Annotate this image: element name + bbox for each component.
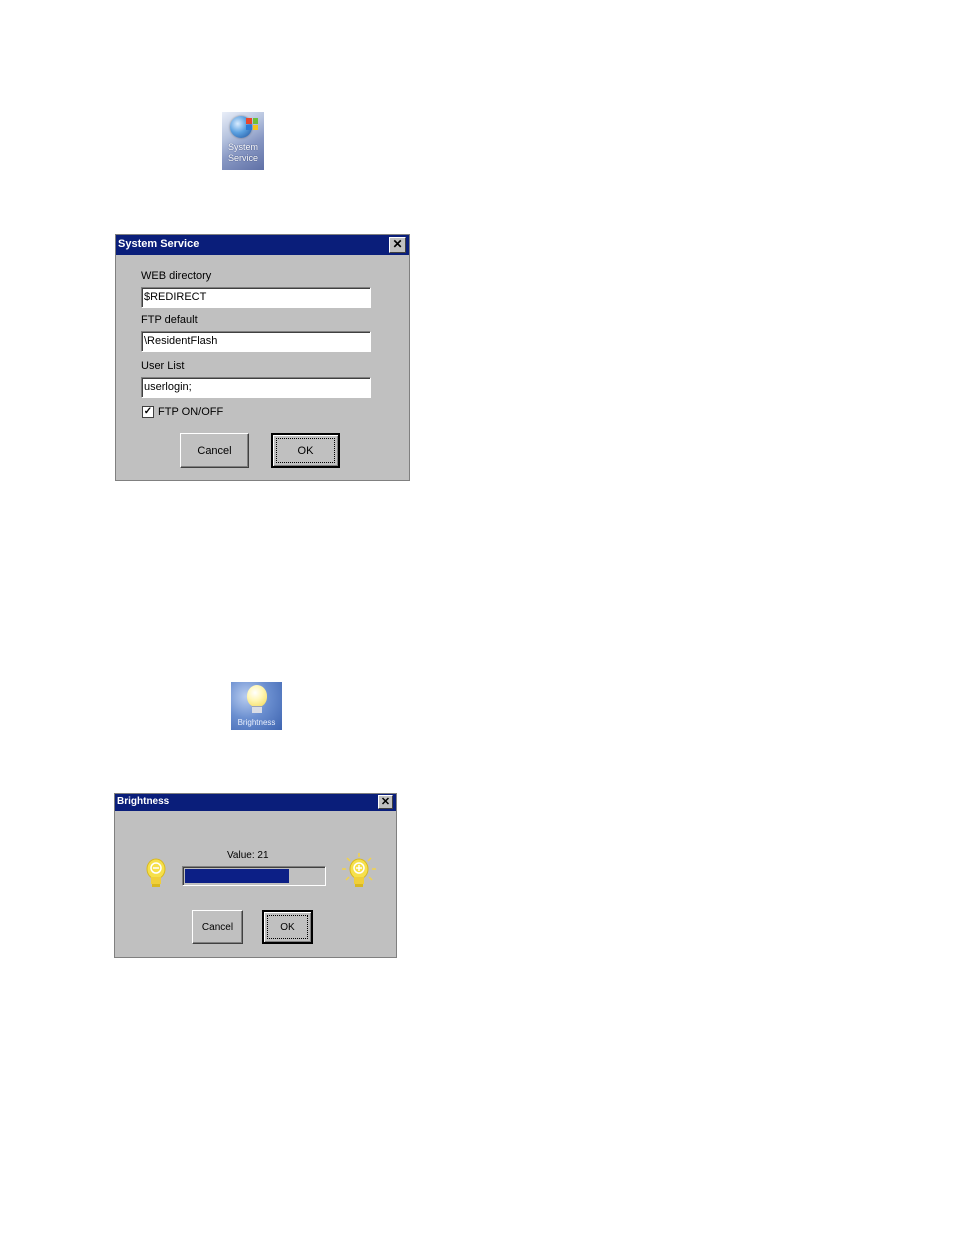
title-bar: Brightness ✕ <box>115 794 396 811</box>
cancel-button[interactable]: Cancel <box>180 433 249 468</box>
brightness-icon-label: Brightness <box>237 718 276 727</box>
lightbulb-base <box>252 706 262 713</box>
ftp-toggle-checkbox[interactable]: ✓ <box>142 406 154 418</box>
brightness-decrease-icon[interactable] <box>143 856 169 890</box>
ok-button[interactable]: OK <box>271 433 340 468</box>
web-directory-label: WEB directory <box>141 270 212 282</box>
dialog-title: Brightness <box>117 796 170 807</box>
dialog-title: System Service <box>118 238 200 250</box>
ftp-default-field[interactable]: \ResidentFlash <box>141 331 371 352</box>
ftp-default-label: FTP default <box>141 314 198 326</box>
cancel-button-label: Cancel <box>201 921 234 933</box>
ok-button[interactable]: OK <box>262 910 313 944</box>
cancel-button[interactable]: Cancel <box>192 910 243 944</box>
brightness-value-text: Value: 21 <box>227 850 269 861</box>
title-bar: System Service ✕ <box>116 235 409 255</box>
brightness-icon[interactable]: Brightness <box>231 682 282 730</box>
user-list-label: User List <box>141 360 185 372</box>
web-directory-field[interactable]: $REDIRECT <box>141 287 371 308</box>
user-list-field[interactable]: userlogin; <box>141 377 371 398</box>
system-service-icon[interactable]: System Service <box>222 112 264 170</box>
cancel-button-label: Cancel <box>197 444 232 457</box>
system-service-dialog: System Service ✕ WEB directory $REDIRECT… <box>115 234 410 481</box>
brightness-dialog: Brightness ✕ Value: 21 Cancel OK <box>114 793 397 958</box>
windows-flag-icon <box>246 118 258 130</box>
ftp-toggle-label: FTP ON/OFF <box>158 406 224 418</box>
brightness-slider[interactable] <box>182 866 326 886</box>
brightness-slider-fill <box>185 869 289 883</box>
brightness-increase-icon[interactable] <box>341 852 377 892</box>
close-icon[interactable]: ✕ <box>378 795 393 809</box>
lightbulb-icon <box>247 685 267 707</box>
system-service-icon-label: System Service <box>227 142 258 163</box>
close-icon[interactable]: ✕ <box>389 237 406 253</box>
